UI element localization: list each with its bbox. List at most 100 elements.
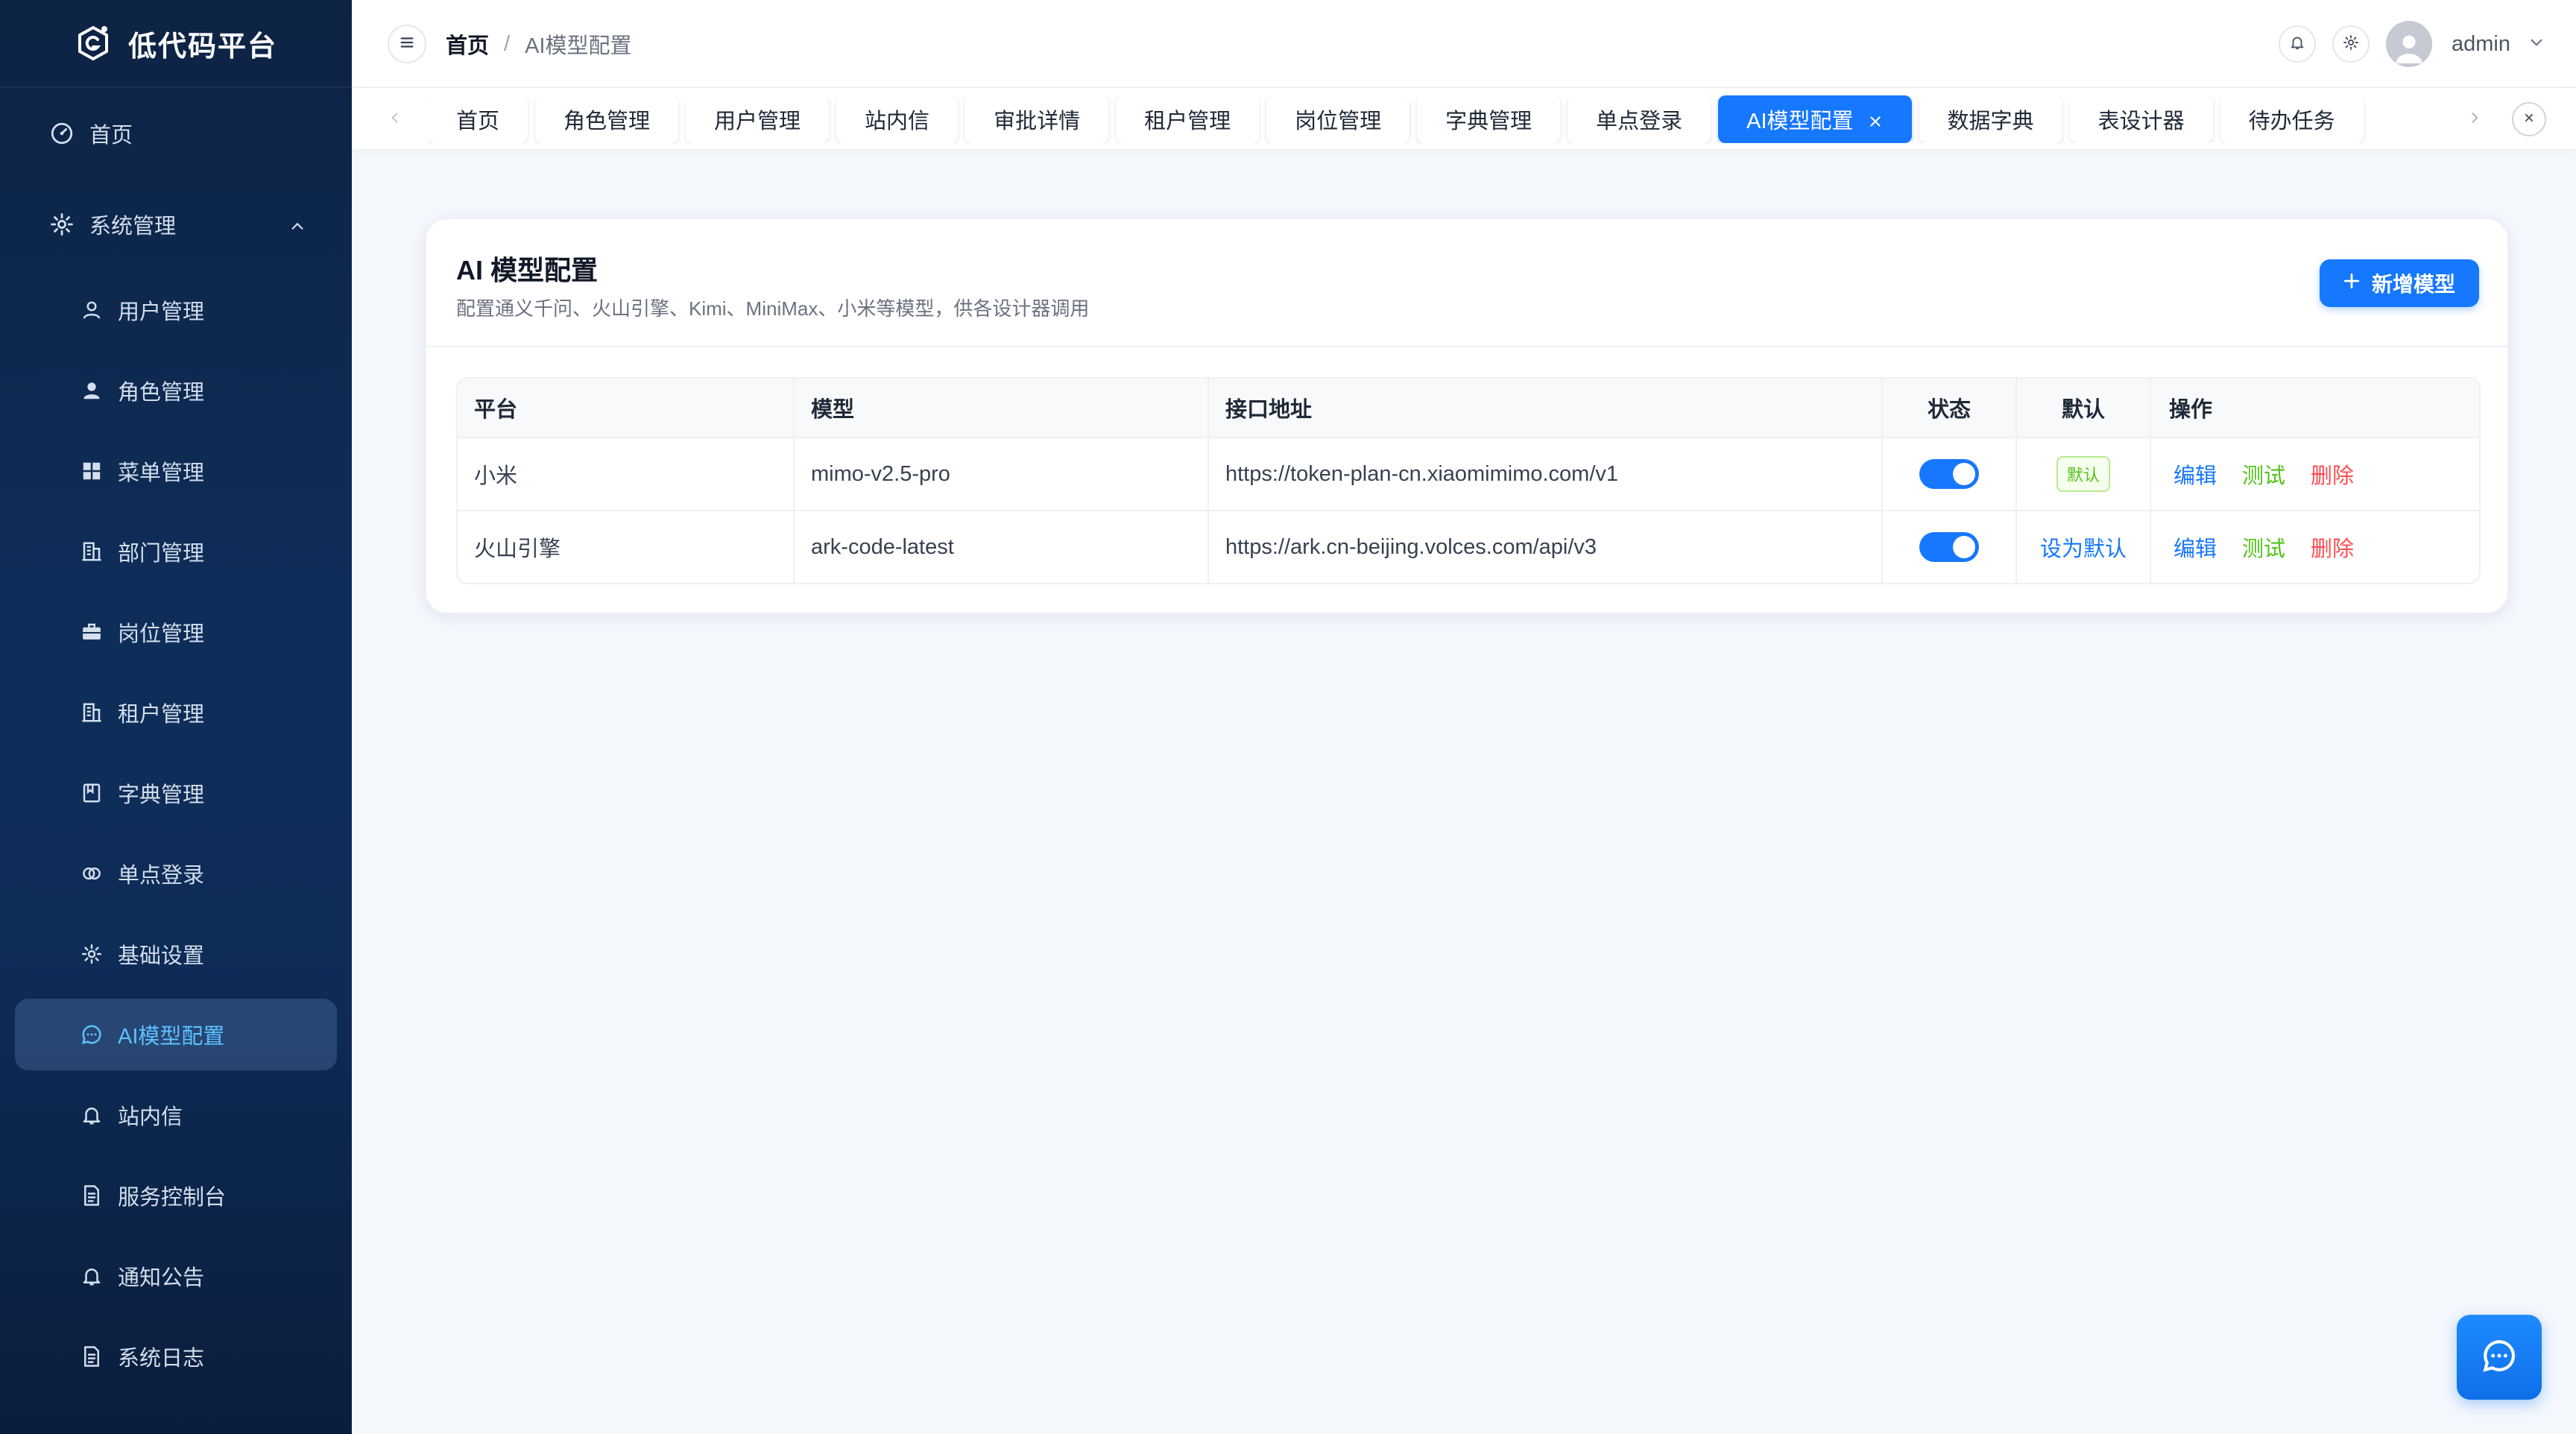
sidebar-item-department-management[interactable]: 部门管理: [0, 511, 352, 592]
tab-label: 站内信: [865, 110, 930, 133]
cell-platform: 火山引擎: [458, 511, 795, 583]
tab-position-management[interactable]: 岗位管理: [1266, 95, 1410, 143]
sidebar-item-announcements[interactable]: 通知公告: [0, 1236, 352, 1316]
sidebar-item-menu-management[interactable]: 菜单管理: [0, 431, 352, 511]
sidebar-item-label: 基础设置: [118, 944, 205, 968]
sidebar-item-user-management[interactable]: 用户管理: [0, 270, 352, 350]
close-icon[interactable]: [1867, 111, 1884, 127]
tab-data-dictionary[interactable]: 数据字典: [1919, 95, 2062, 143]
cell-url: https://token-plan-cn.xiaomimimo.com/v1: [1209, 438, 1883, 510]
document-icon: [80, 1345, 103, 1368]
sidebar-item-service-console[interactable]: 服务控制台: [0, 1155, 352, 1236]
model-table: 平台 模型 接口地址 状态 默认 操作 小米 mimo-v2.5-pro htt…: [456, 377, 2481, 584]
cell-actions: 编辑 测试 删除: [2151, 438, 2479, 510]
cell-default: 默认: [2017, 438, 2151, 510]
tab-role-management[interactable]: 角色管理: [535, 95, 679, 143]
username[interactable]: admin: [2452, 32, 2510, 57]
tab-label: 待办任务: [2248, 110, 2335, 133]
close-all-tabs-button[interactable]: [2512, 102, 2546, 136]
chevron-down-icon[interactable]: [2527, 33, 2546, 56]
default-badge: 默认: [2056, 456, 2110, 492]
sidebar-item-label: 菜单管理: [118, 461, 205, 485]
sidebar-item-label: 系统日志: [118, 1347, 205, 1371]
sidebar-menu: 首页 系统管理 用户管理 角色管理 菜单管理 部门管理 岗位管理 租户管理 字典…: [0, 88, 352, 1397]
column-header-actions: 操作: [2169, 398, 2213, 422]
test-button[interactable]: 测试: [2242, 531, 2285, 563]
ai-assistant-button[interactable]: [2457, 1315, 2542, 1400]
sidebar-item-label: 单点登录: [118, 864, 205, 888]
sidebar-item-ai-model-config[interactable]: AI模型配置: [0, 994, 352, 1075]
sidebar-item-tenant-management[interactable]: 租户管理: [0, 672, 352, 753]
grid-icon: [80, 460, 103, 482]
sidebar-item-inbox[interactable]: 站内信: [0, 1075, 352, 1155]
briefcase-icon: [80, 621, 103, 643]
user-icon: [80, 299, 103, 321]
notification-button[interactable]: [2279, 25, 2316, 63]
tab-label: 表设计器: [2097, 110, 2185, 133]
edit-button[interactable]: 编辑: [2174, 458, 2217, 490]
tab-table-designer[interactable]: 表设计器: [2069, 95, 2213, 143]
cell-default: 设为默认: [2017, 511, 2151, 583]
logo[interactable]: 低代码平台: [0, 0, 352, 88]
sidebar-item-role-management[interactable]: 角色管理: [0, 350, 352, 431]
tab-label: 审批详情: [994, 110, 1081, 133]
sidebar-item-sso[interactable]: 单点登录: [0, 833, 352, 914]
sidebar-item-label: 岗位管理: [118, 622, 205, 646]
tab-sso[interactable]: 单点登录: [1568, 95, 1711, 143]
column-header-platform: 平台: [458, 379, 795, 437]
bell-icon: [2289, 34, 2305, 54]
building-icon: [80, 701, 103, 724]
tabs-scroll-left-button[interactable]: [382, 104, 408, 134]
status-toggle[interactable]: [1919, 532, 1979, 562]
sidebar-item-label: AI模型配置: [118, 1025, 225, 1049]
menu-toggle-button[interactable]: [388, 25, 426, 63]
sidebar-item-label: 部门管理: [118, 542, 205, 566]
sidebar-item-home[interactable]: 首页: [0, 88, 352, 179]
table-row: 小米 mimo-v2.5-pro https://token-plan-cn.x…: [458, 437, 2479, 510]
tabs-scroll-right-button[interactable]: [2461, 104, 2488, 134]
book-icon: [80, 782, 103, 804]
sidebar-item-system[interactable]: 系统管理: [0, 179, 352, 270]
tab-label: 首页: [456, 110, 500, 133]
plus-icon: [2342, 271, 2361, 296]
sidebar-item-dictionary-management[interactable]: 字典管理: [0, 753, 352, 833]
cell-url: https://ark.cn-beijing.volces.com/api/v3: [1209, 511, 1883, 583]
tab-label: 字典管理: [1445, 110, 1532, 133]
breadcrumb-home[interactable]: 首页: [446, 28, 489, 60]
edit-button[interactable]: 编辑: [2174, 531, 2217, 563]
tab-tenant-management[interactable]: 租户管理: [1116, 95, 1260, 143]
sidebar-item-label: 角色管理: [118, 381, 205, 405]
sidebar-item-system-logs[interactable]: 系统日志: [0, 1316, 352, 1397]
sidebar-item-position-management[interactable]: 岗位管理: [0, 592, 352, 672]
document-icon: [80, 1184, 103, 1207]
tab-todo-tasks[interactable]: 待办任务: [2220, 95, 2364, 143]
card-header: AI 模型配置 配置通义千问、火山引擎、Kimi、MiniMax、小米等模型，供…: [426, 219, 2507, 347]
sidebar-item-basic-settings[interactable]: 基础设置: [0, 914, 352, 994]
tab-label: 租户管理: [1144, 110, 1231, 133]
tab-user-management[interactable]: 用户管理: [686, 95, 830, 143]
sidebar-item-label: 站内信: [118, 1105, 183, 1129]
set-default-button[interactable]: 设为默认: [2040, 531, 2127, 563]
tab-approval-detail[interactable]: 审批详情: [965, 95, 1109, 143]
tab-dictionary-management[interactable]: 字典管理: [1417, 95, 1561, 143]
test-button[interactable]: 测试: [2242, 458, 2285, 490]
tab-label: AI模型配置: [1746, 110, 1854, 133]
tab-inbox[interactable]: 站内信: [836, 95, 959, 143]
tab-label: 岗位管理: [1295, 110, 1382, 133]
add-model-button[interactable]: 新增模型: [2319, 259, 2479, 307]
delete-button[interactable]: 删除: [2311, 531, 2354, 563]
status-toggle[interactable]: [1919, 459, 1979, 489]
settings-button[interactable]: [2332, 25, 2370, 63]
sidebar-item-label: 系统管理: [89, 215, 177, 239]
avatar[interactable]: [2386, 21, 2432, 67]
tab-label: 角色管理: [564, 110, 651, 133]
delete-button[interactable]: 删除: [2311, 458, 2354, 490]
tab-ai-model-config[interactable]: AI模型配置: [1718, 95, 1912, 143]
hamburger-icon: [399, 34, 415, 54]
tab-label: 数据字典: [1947, 110, 2034, 133]
tab-label: 用户管理: [714, 110, 801, 133]
tab-home[interactable]: 首页: [428, 95, 528, 143]
breadcrumb: 首页 / AI模型配置: [446, 0, 631, 88]
table-header-row: 平台 模型 接口地址 状态 默认 操作: [458, 379, 2479, 437]
user-avatar-icon: [2392, 29, 2426, 67]
